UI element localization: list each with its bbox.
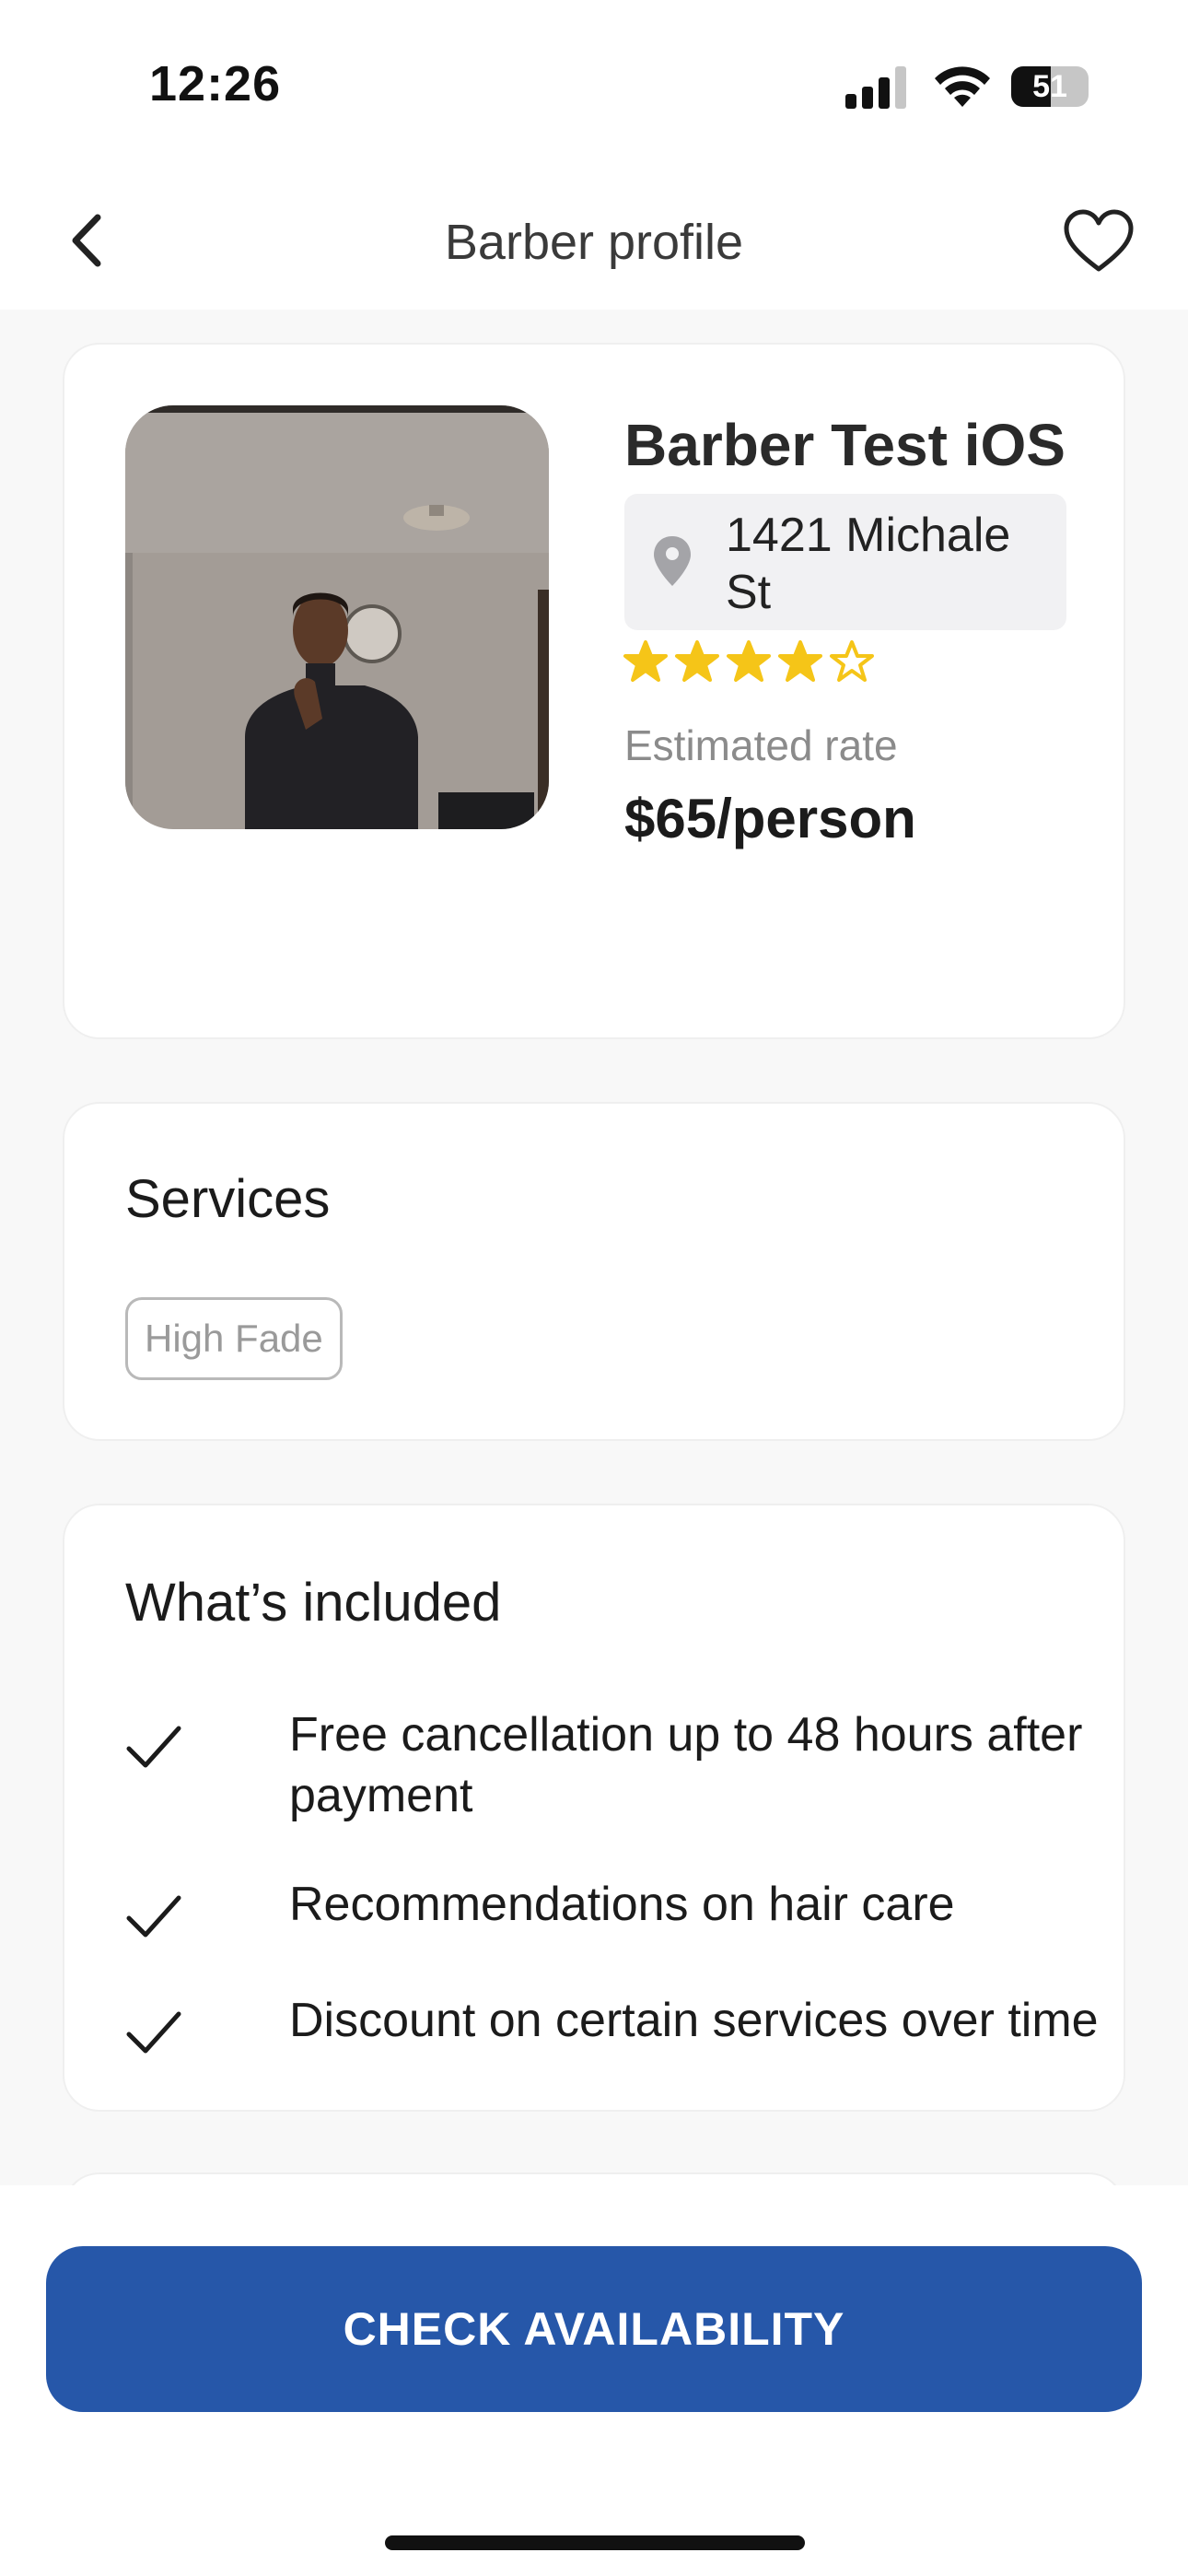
bottom-action-bar: CHECK AVAILABILITY <box>0 2185 1188 2576</box>
estimated-rate-label: Estimated rate <box>624 721 898 769</box>
included-item-text: Recommendations on hair care <box>289 1878 955 1931</box>
page-title: Barber profile <box>444 215 744 270</box>
home-indicator[interactable] <box>385 2535 805 2550</box>
barber-photo <box>125 405 549 829</box>
services-title: Services <box>125 1169 331 1229</box>
top-area: 12:26 51 Barber profile <box>0 0 1188 310</box>
star-outline-icon <box>830 640 874 682</box>
barber-address: 1421 Michale St <box>726 509 1011 619</box>
battery-percent: 51 <box>1032 69 1067 104</box>
battery-icon: 51 <box>1011 66 1089 107</box>
estimated-rate-value: $65/person <box>624 788 916 849</box>
whats-included-card: What’s included Free cancellation up to … <box>63 1504 1125 2112</box>
location-pin-icon <box>654 536 691 586</box>
cellular-signal-icon <box>845 64 910 109</box>
star-filled-icon <box>675 640 719 682</box>
status-time: 12:26 <box>149 56 282 111</box>
barber-photo-image <box>125 405 549 829</box>
check-availability-button[interactable]: CHECK AVAILABILITY <box>46 2246 1142 2412</box>
included-item-text: Free cancellation up to 48 hours after p… <box>289 1708 1083 1822</box>
barber-name: Barber Test iOS <box>624 412 1066 478</box>
barber-profile-card: Barber Test iOS 1421 Michale St Estimate… <box>63 343 1125 1039</box>
service-tag[interactable]: High Fade <box>125 1297 343 1380</box>
star-filled-icon <box>623 640 668 682</box>
whats-included-title: What’s included <box>125 1573 502 1633</box>
address-chip: 1421 Michale St <box>624 494 1066 630</box>
checkmark-icon <box>126 1726 181 1768</box>
star-filled-icon <box>778 640 822 682</box>
checkmark-icon <box>126 2011 181 2054</box>
checkmark-icon <box>126 1895 181 1938</box>
wifi-icon <box>935 66 990 107</box>
star-filled-icon <box>727 640 771 682</box>
services-card: Services High Fade <box>63 1102 1125 1441</box>
heart-outline-icon[interactable] <box>1063 208 1135 275</box>
included-item-text: Discount on certain services over time <box>289 1994 1099 2047</box>
